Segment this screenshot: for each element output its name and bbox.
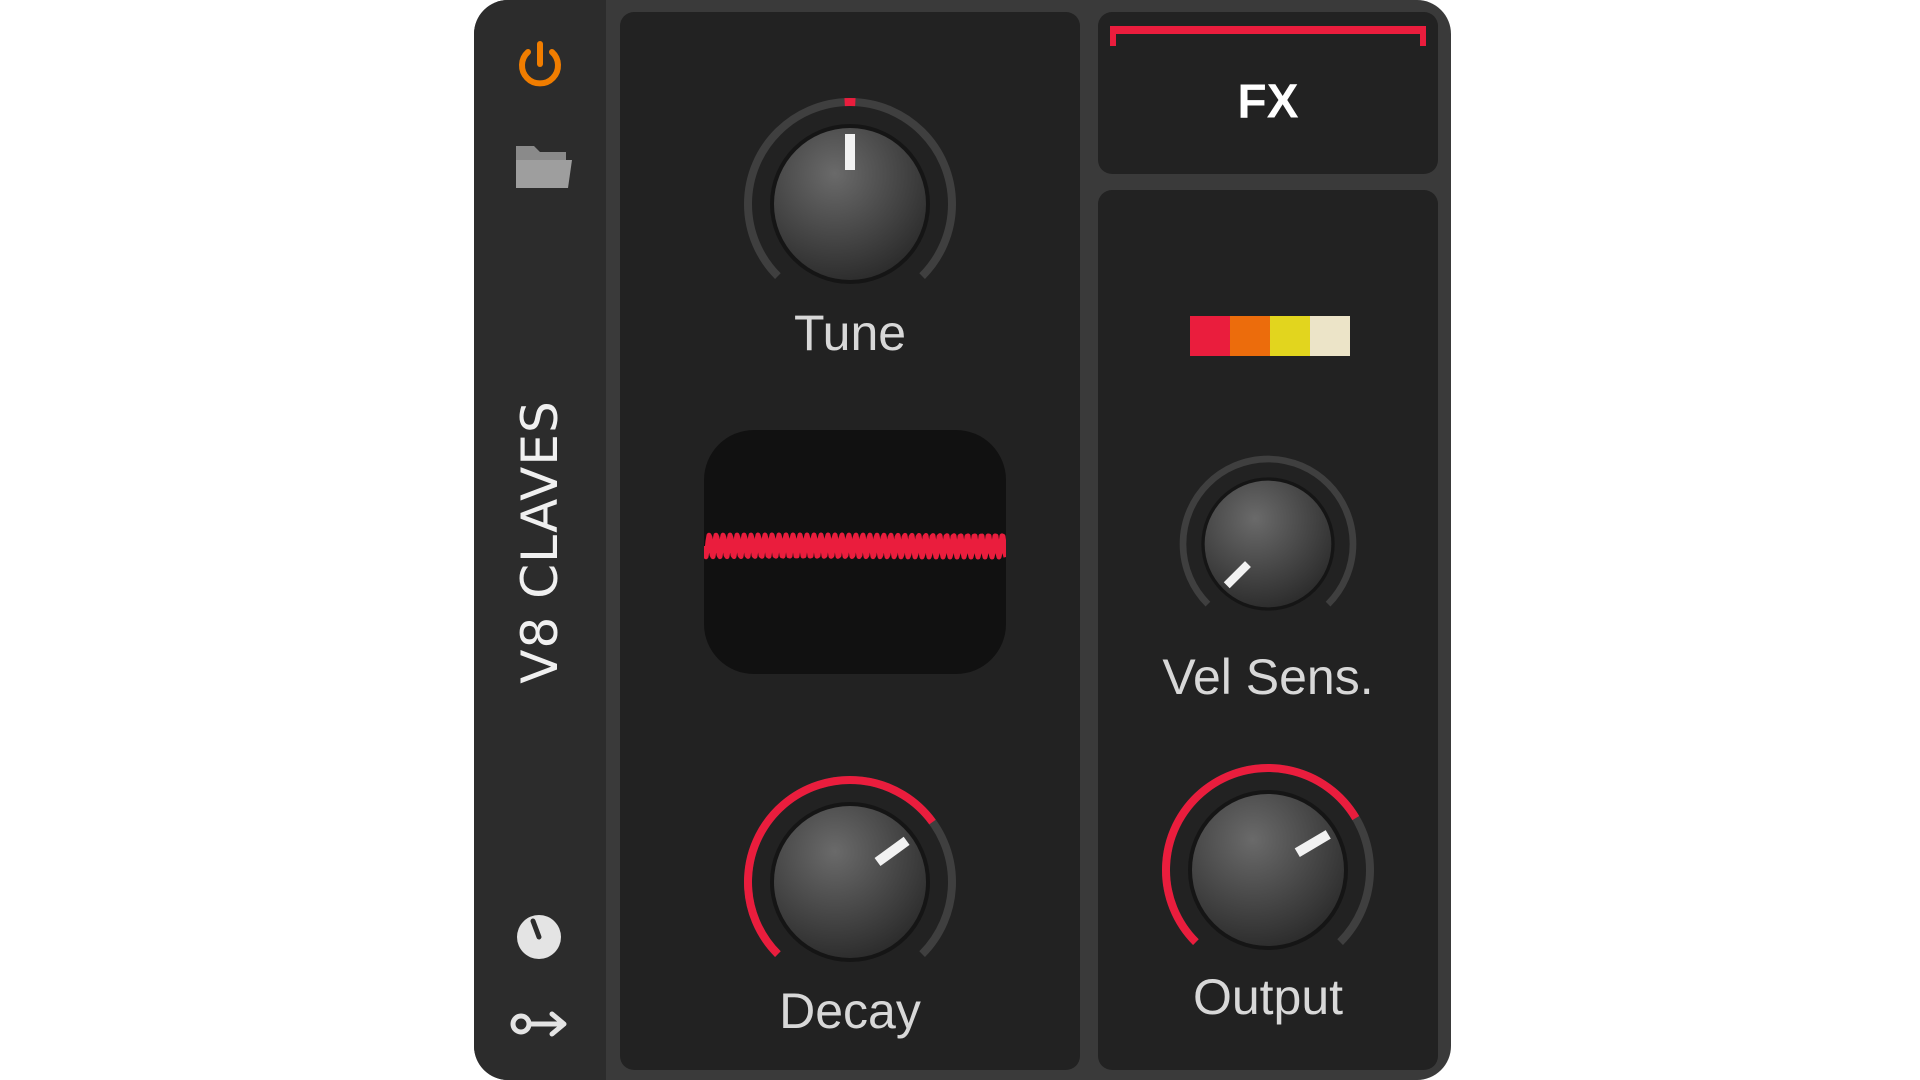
knob-body bbox=[774, 806, 926, 958]
modulation-knob-icon[interactable] bbox=[514, 912, 564, 962]
decay-knob[interactable] bbox=[730, 762, 970, 1002]
folder-icon[interactable] bbox=[512, 140, 576, 192]
device-panel: V8 CLAVES Tune Decay FX Vel Sens. Output bbox=[474, 0, 1451, 1080]
power-icon[interactable] bbox=[512, 36, 568, 92]
fx-panel[interactable]: FX bbox=[1098, 12, 1438, 174]
swatch-red[interactable] bbox=[1190, 316, 1230, 356]
fx-bar-left-cap bbox=[1110, 26, 1116, 46]
device-title: V8 CLAVES bbox=[511, 400, 569, 684]
knob-body bbox=[1204, 480, 1332, 608]
key-arrow-icon[interactable] bbox=[510, 1008, 570, 1040]
output-knob[interactable] bbox=[1148, 750, 1388, 990]
color-swatches bbox=[1190, 316, 1350, 356]
waveform-line bbox=[704, 532, 1006, 560]
output-label: Output bbox=[1192, 969, 1344, 1025]
tune-label: Tune bbox=[793, 305, 907, 361]
vel-sens-label: Vel Sens. bbox=[1162, 649, 1374, 705]
swatch-orange[interactable] bbox=[1230, 316, 1270, 356]
main-controls-panel: Tune Decay bbox=[620, 12, 1080, 1070]
fx-label: FX bbox=[1237, 75, 1299, 129]
swatch-cream[interactable] bbox=[1310, 316, 1350, 356]
waveform-scope bbox=[704, 430, 1006, 674]
output-controls-panel: Vel Sens. Output bbox=[1098, 190, 1438, 1070]
decay-label: Decay bbox=[779, 983, 921, 1039]
vel-sens-knob[interactable] bbox=[1168, 444, 1368, 644]
knob-body bbox=[1192, 794, 1344, 946]
swatch-yellow[interactable] bbox=[1270, 316, 1310, 356]
tune-knob[interactable] bbox=[730, 84, 970, 324]
device-sidebar: V8 CLAVES bbox=[474, 0, 606, 1080]
fx-active-bar bbox=[1110, 26, 1426, 34]
fx-bar-right-cap bbox=[1420, 26, 1426, 46]
